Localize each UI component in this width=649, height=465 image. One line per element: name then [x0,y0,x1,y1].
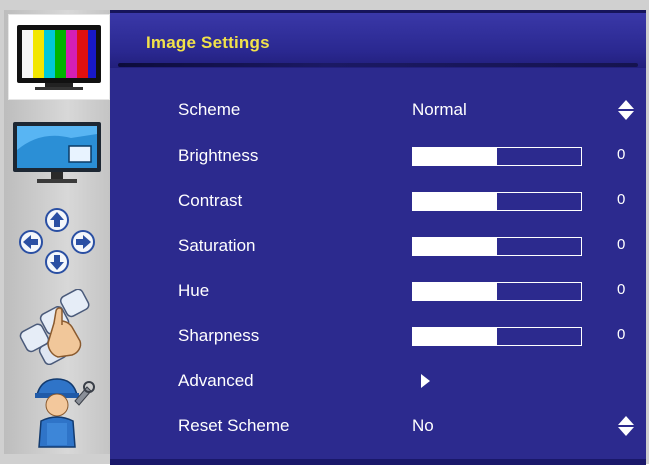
sharpness-value: 0 [617,326,626,343]
sharpness-slider[interactable] [412,327,582,346]
brightness-label: Brightness [178,146,259,165]
panel-title: Image Settings [146,33,270,52]
setting-row-contrast[interactable]: Contrast 0 [110,186,646,216]
up-down-icon[interactable] [617,414,635,438]
advanced-label: Advanced [178,371,254,390]
image-settings-panel: Image Settings Scheme Normal Brightness … [110,10,646,465]
saturation-value: 0 [617,236,626,253]
scheme-label: Scheme [178,100,241,119]
setting-row-advanced[interactable]: Advanced [110,366,646,396]
tv-color-bars-icon [17,25,101,90]
sharpness-slider-fill [413,328,497,345]
sidebar-item-service[interactable] [4,368,110,454]
sidebar-item-osd-keys[interactable] [4,284,110,370]
setting-row-sharpness[interactable]: Sharpness 0 [110,321,646,351]
hue-slider[interactable] [412,282,582,301]
title-bar: Image Settings [110,13,646,68]
sharpness-label: Sharpness [178,326,260,345]
scheme-value[interactable]: Normal [412,100,467,120]
brightness-value: 0 [617,146,626,163]
setting-row-scheme[interactable]: Scheme Normal [110,95,646,125]
contrast-label: Contrast [178,191,243,210]
hand-keys-icon [19,289,90,365]
sidebar-item-image-settings[interactable] [8,14,110,100]
technician-icon [35,378,95,448]
setting-row-hue[interactable]: Hue 0 [110,276,646,306]
saturation-label: Saturation [178,236,256,255]
hue-label: Hue [178,281,210,300]
hue-slider-fill [413,283,497,300]
monitor-icon [13,122,101,183]
reset-scheme-value[interactable]: No [412,416,434,436]
reset-scheme-label: Reset Scheme [178,416,290,435]
up-down-icon[interactable] [617,98,635,122]
brightness-slider[interactable] [412,147,582,166]
hue-value: 0 [617,281,626,298]
sidebar [4,10,110,454]
setting-row-reset-scheme[interactable]: Reset Scheme No [110,411,646,441]
sidebar-item-display[interactable] [4,110,110,196]
setting-row-brightness[interactable]: Brightness 0 [110,141,646,171]
arrows-icon [19,208,95,274]
saturation-slider-fill [413,238,497,255]
sidebar-item-position[interactable] [4,198,110,284]
arrow-right-icon[interactable] [419,373,431,389]
setting-row-saturation[interactable]: Saturation 0 [110,231,646,261]
contrast-slider[interactable] [412,192,582,211]
title-divider [118,63,638,67]
brightness-slider-fill [413,148,497,165]
contrast-slider-fill [413,193,497,210]
osd-window: Image Settings Scheme Normal Brightness … [0,0,649,465]
contrast-value: 0 [617,191,626,208]
saturation-slider[interactable] [412,237,582,256]
